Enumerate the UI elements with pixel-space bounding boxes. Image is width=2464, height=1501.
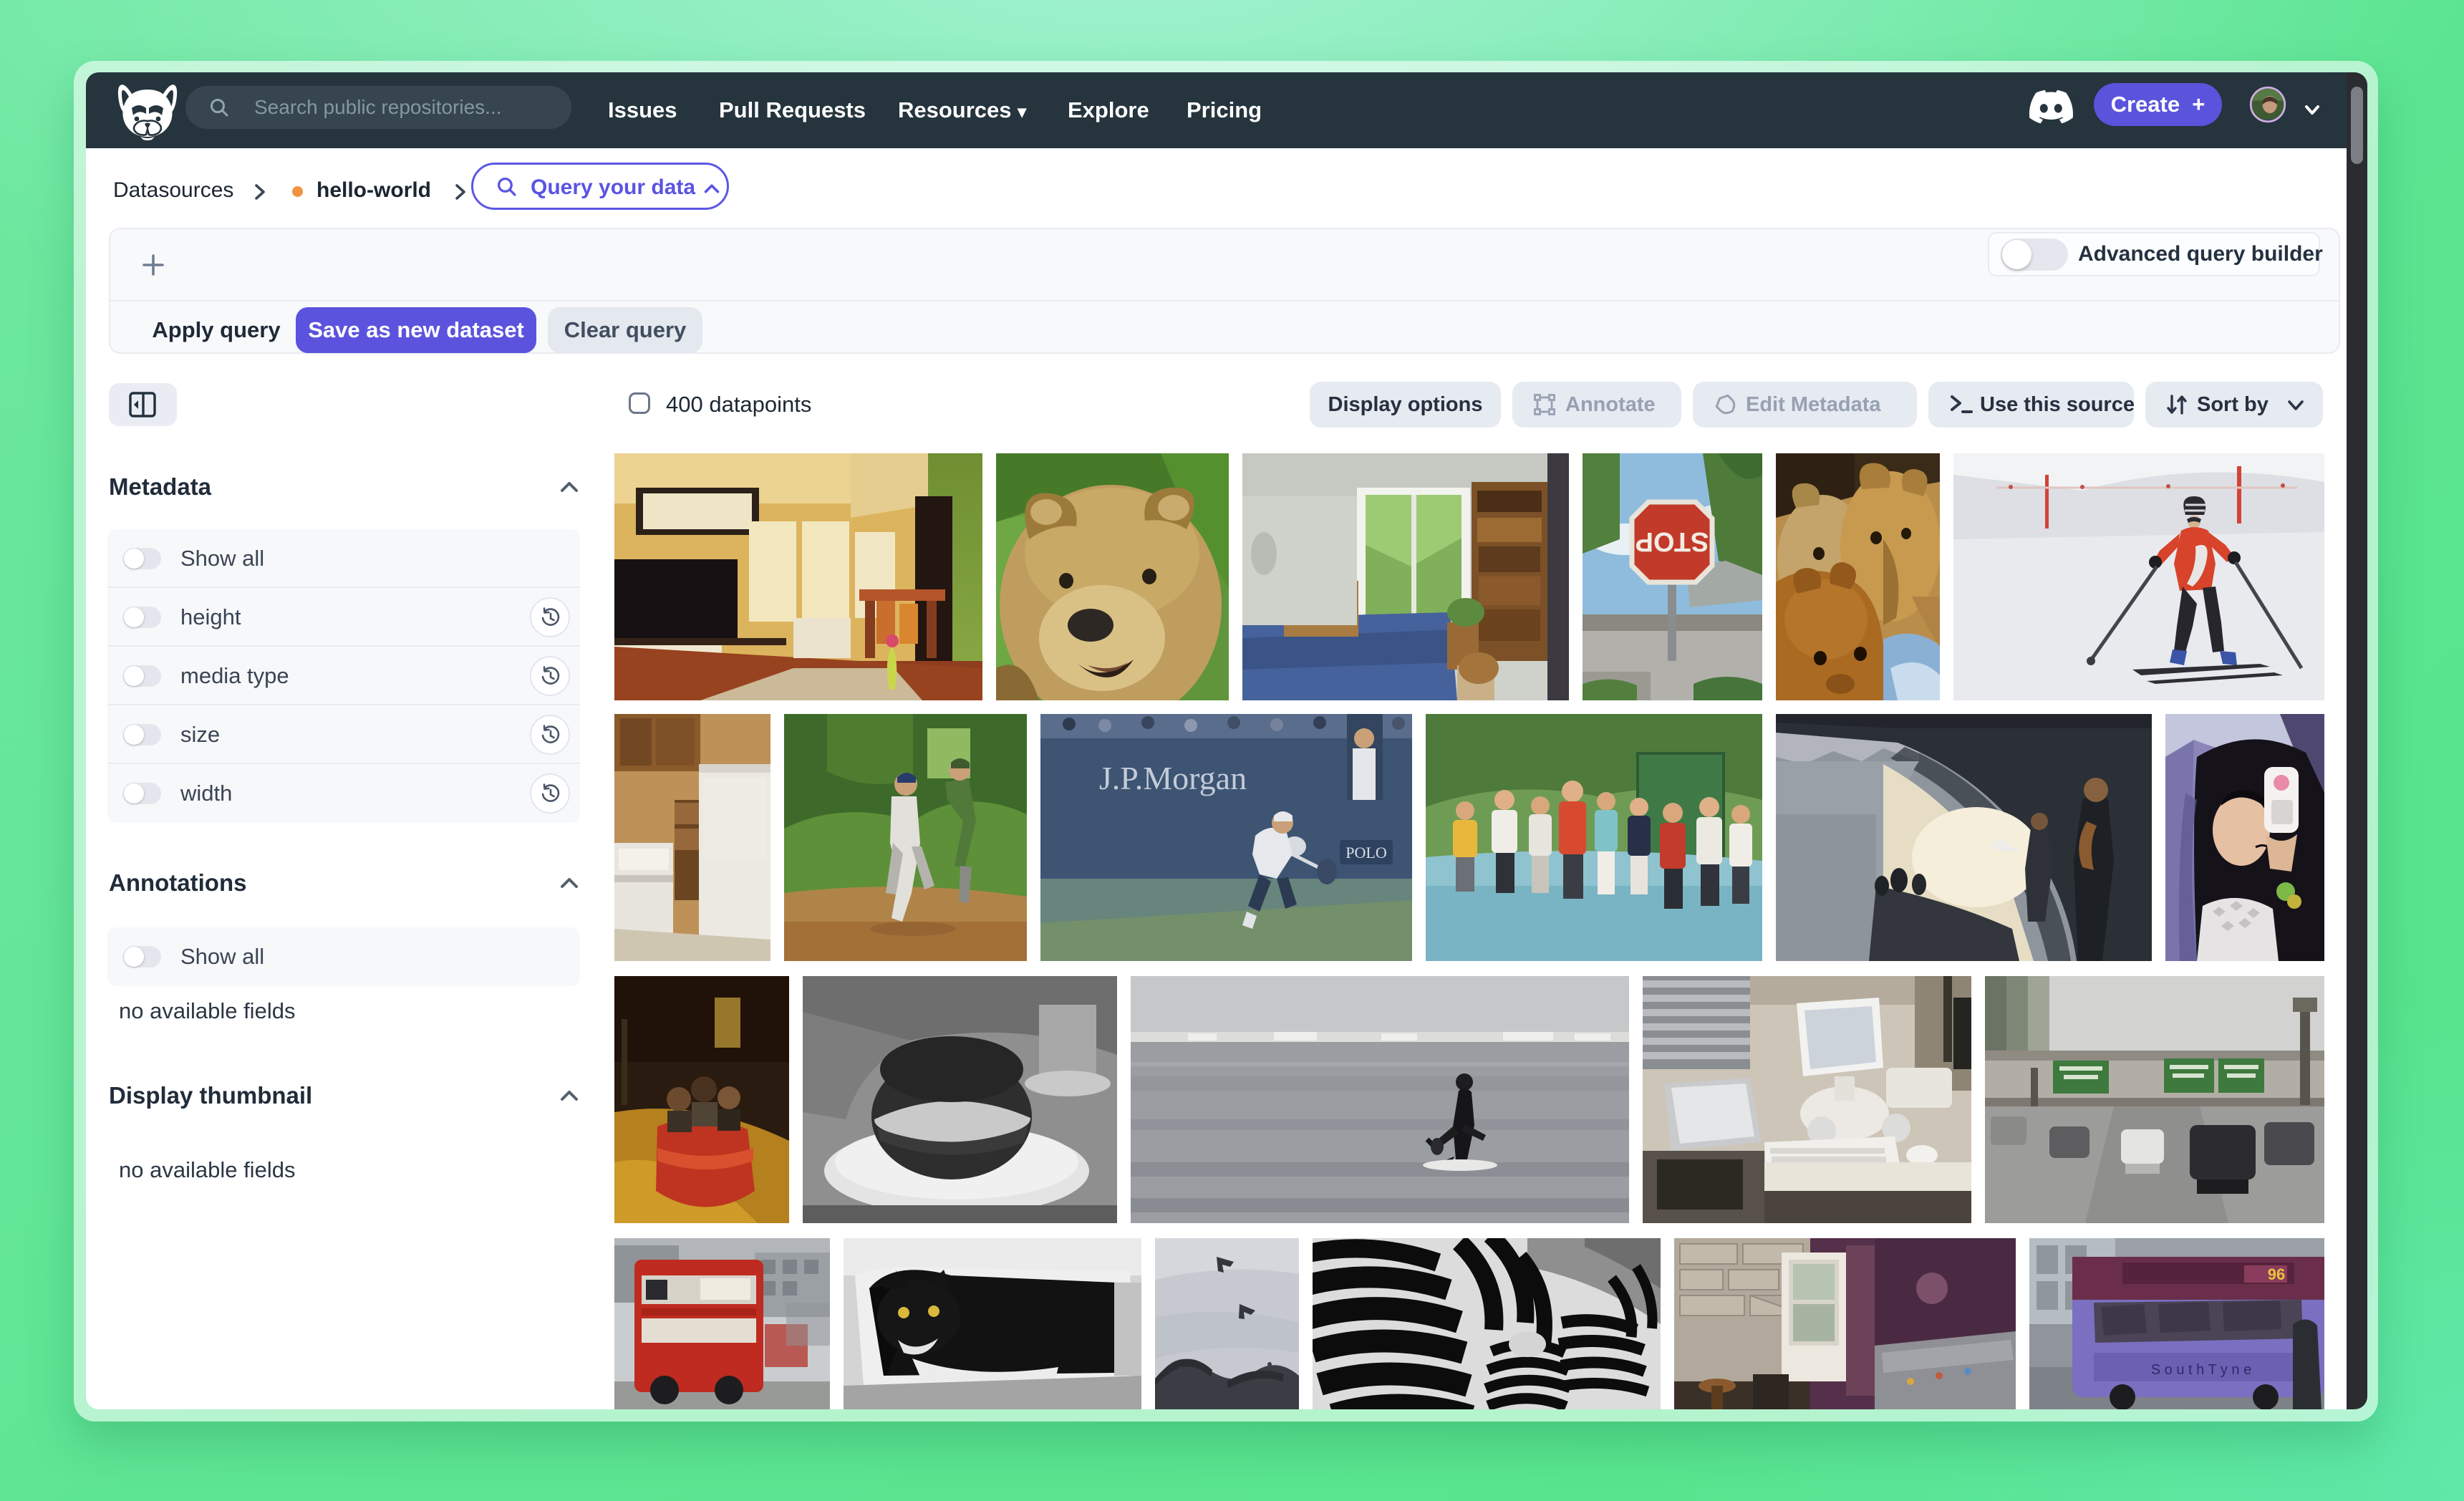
svg-text:S o u t h T y n e: S o u t h T y n e bbox=[2151, 1362, 2251, 1378]
svg-text:POLO: POLO bbox=[1345, 844, 1386, 861]
svg-text:96: 96 bbox=[2268, 1265, 2285, 1283]
svg-text:STOP: STOP bbox=[1636, 526, 1709, 556]
svg-text:J.P.Morgan: J.P.Morgan bbox=[1099, 760, 1247, 796]
